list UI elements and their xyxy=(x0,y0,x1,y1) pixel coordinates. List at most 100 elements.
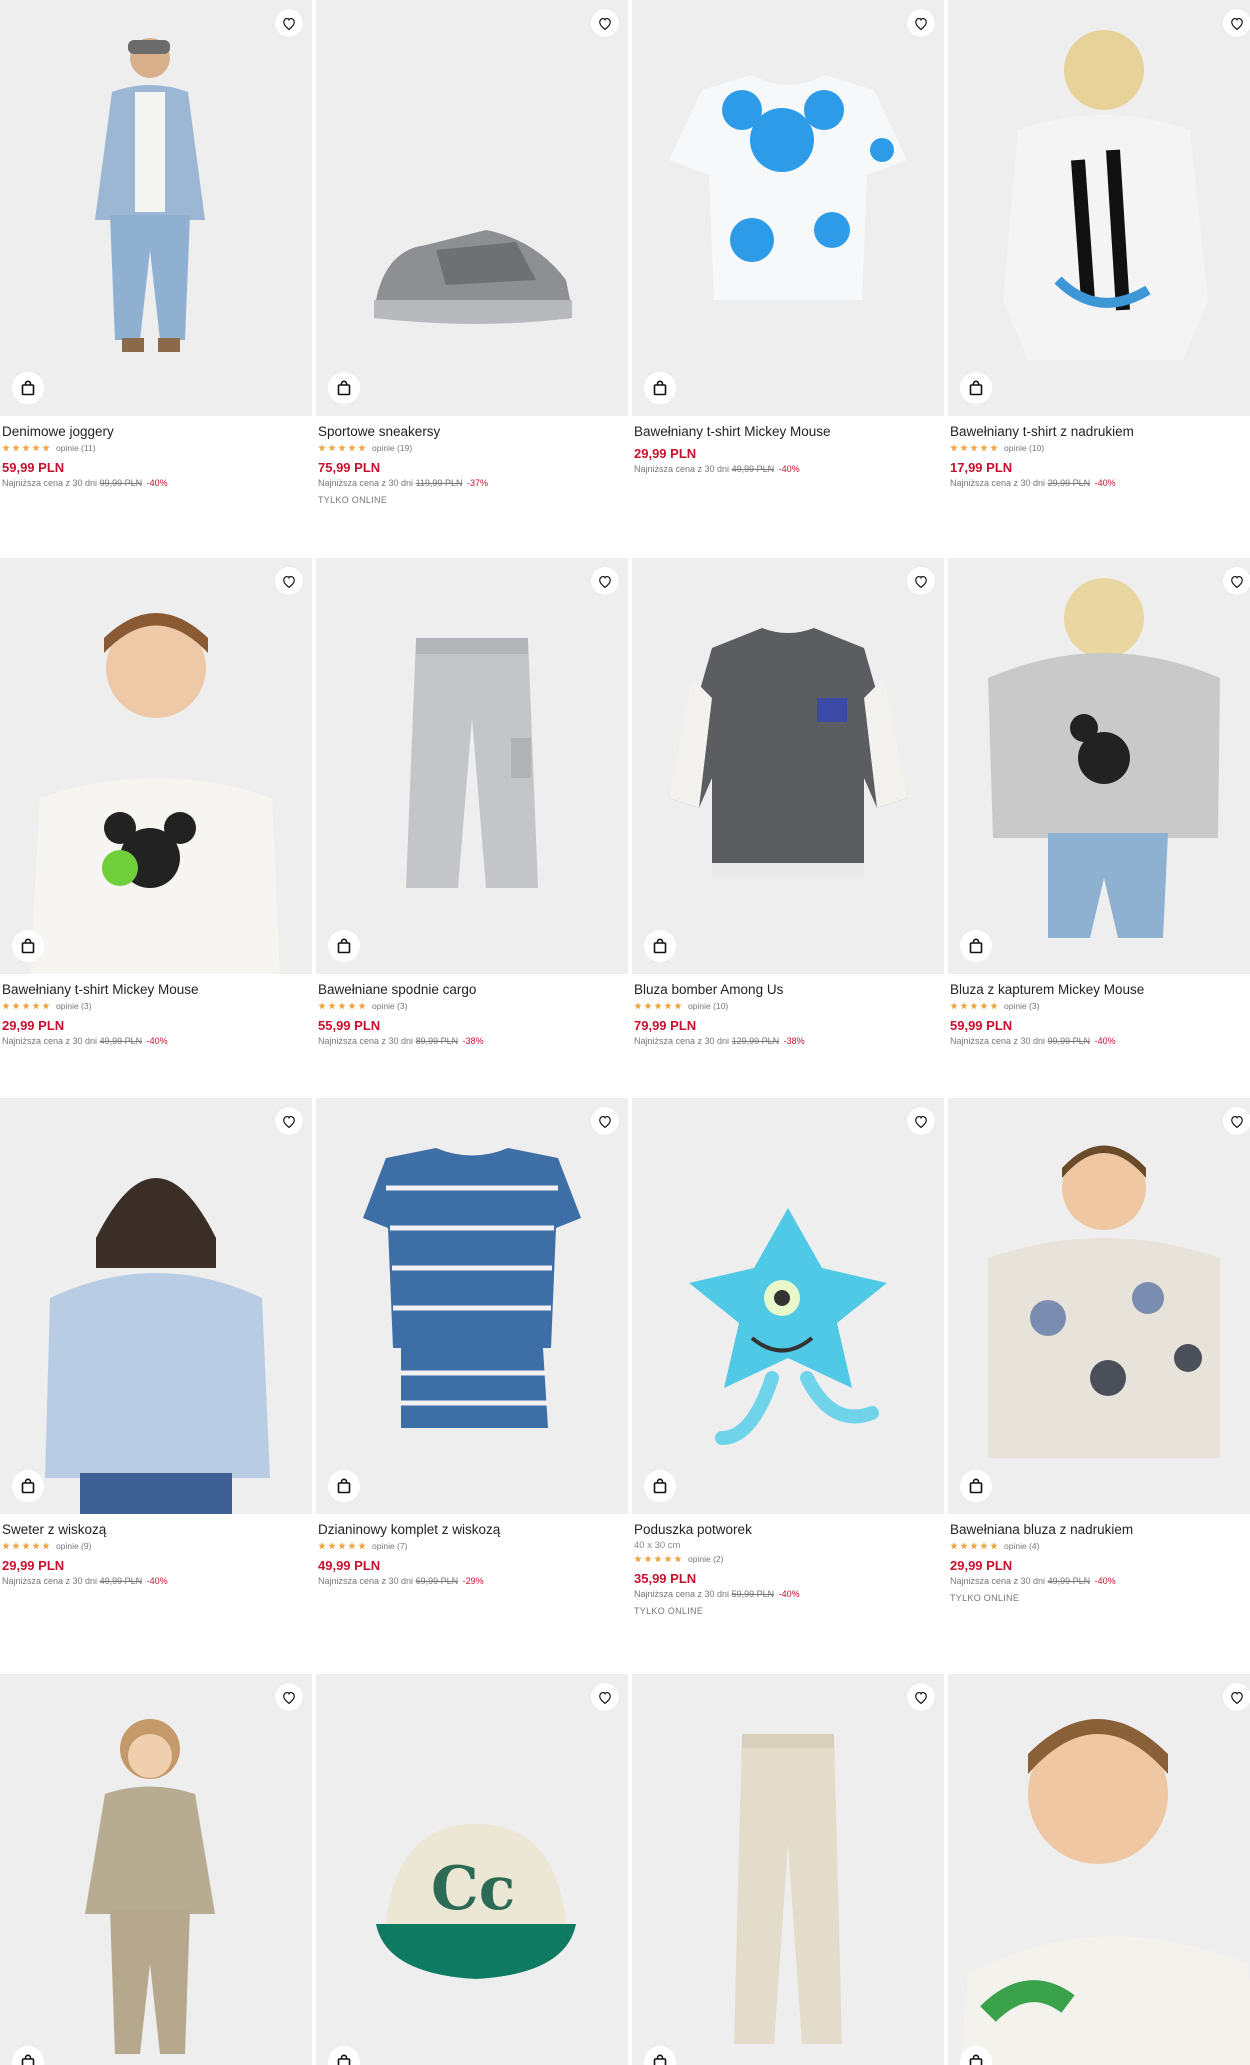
product-name[interactable]: Bawełniana bluza z nadrukiem xyxy=(950,1521,1250,1538)
reviews-count[interactable]: opinie (9) xyxy=(56,1541,91,1551)
product-name[interactable]: Bluza bomber Among Us xyxy=(634,981,940,998)
product-image[interactable] xyxy=(948,0,1250,416)
add-to-wishlist-heart-icon[interactable] xyxy=(907,567,935,595)
rating: opinie (10) xyxy=(634,1000,940,1012)
product-image[interactable] xyxy=(0,1098,312,1514)
product-image[interactable] xyxy=(632,558,944,974)
reviews-count[interactable]: opinie (3) xyxy=(1004,1001,1039,1011)
add-to-cart-bag-icon[interactable] xyxy=(960,930,992,962)
add-to-cart-bag-icon[interactable] xyxy=(12,930,44,962)
lowest-price-label: Najniższa cena z 30 dni xyxy=(2,1036,98,1046)
add-to-cart-bag-icon[interactable] xyxy=(960,372,992,404)
star-rating-icon xyxy=(318,1002,366,1010)
product-image[interactable] xyxy=(0,0,312,416)
product-card[interactable]: Sweter z wiskozą opinie (9) 29,99 PLN Najni… xyxy=(0,1098,312,1658)
online-only-tag: TYLKO ONLINE xyxy=(318,495,388,505)
reviews-count[interactable]: opinie (2) xyxy=(688,1554,723,1564)
star-rating-icon xyxy=(2,1002,50,1010)
add-to-wishlist-heart-icon[interactable] xyxy=(275,1107,303,1135)
add-to-wishlist-heart-icon[interactable] xyxy=(907,9,935,37)
add-to-wishlist-heart-icon[interactable] xyxy=(591,1107,619,1135)
star-rating-icon xyxy=(950,444,998,452)
product-name[interactable]: Dzianinowy komplet z wiskozą xyxy=(318,1521,624,1538)
old-price: 29,99 PLN xyxy=(1047,478,1091,488)
add-to-wishlist-heart-icon[interactable] xyxy=(591,9,619,37)
product-name[interactable]: Bluza z kapturem Mickey Mouse xyxy=(950,981,1250,998)
add-to-wishlist-heart-icon[interactable] xyxy=(591,1683,619,1711)
product-name[interactable]: Denimowe joggery xyxy=(2,423,308,440)
product-name[interactable]: Sweter z wiskozą xyxy=(2,1521,308,1538)
add-to-wishlist-heart-icon[interactable] xyxy=(591,567,619,595)
product-image[interactable] xyxy=(316,0,628,416)
add-to-cart-bag-icon[interactable] xyxy=(328,1470,360,1502)
add-to-wishlist-heart-icon[interactable] xyxy=(907,1107,935,1135)
product-card[interactable]: Bawełniany t-shirt z nadrukiem opinie (10… xyxy=(948,0,1250,540)
product-name[interactable]: Bawełniany t-shirt Mickey Mouse xyxy=(634,423,940,440)
product-card[interactable]: Bawełniany t-shirt Mickey Mouse 29,99 PLN… xyxy=(632,0,944,540)
reviews-count[interactable]: opinie (7) xyxy=(372,1541,407,1551)
product-card[interactable]: Bluza z kapturem Mickey Mouse opinie (3) 5… xyxy=(948,558,1250,1098)
product-card[interactable]: Dzianinowy komplet z wiskozą opinie (7) 49… xyxy=(316,1098,628,1658)
add-to-cart-bag-icon[interactable] xyxy=(328,372,360,404)
product-image[interactable]: Cc xyxy=(316,1674,628,2065)
product-image[interactable] xyxy=(632,1674,944,2065)
product-name[interactable]: Sportowe sneakersy xyxy=(318,423,624,440)
product-image[interactable] xyxy=(316,1098,628,1514)
product-name[interactable]: Bawełniany t-shirt z nadrukiem xyxy=(950,423,1250,440)
product-image[interactable] xyxy=(632,0,944,416)
product-image[interactable] xyxy=(948,1674,1250,2065)
rating: opinie (9) xyxy=(2,1540,308,1552)
star-rating-icon xyxy=(634,1002,682,1010)
reviews-count[interactable]: opinie (3) xyxy=(56,1001,91,1011)
lowest-price-label: Najniższa cena z 30 dni xyxy=(634,1036,730,1046)
product-name[interactable]: Bawełniane spodnie cargo xyxy=(318,981,624,998)
product-card[interactable] xyxy=(948,1674,1250,2065)
product-card[interactable]: Cc xyxy=(316,1674,628,2065)
product-price: 29,99 PLN xyxy=(950,1558,1013,1573)
add-to-wishlist-heart-icon[interactable] xyxy=(1223,567,1250,595)
star-rating-icon xyxy=(950,1002,998,1010)
product-card[interactable] xyxy=(0,1674,312,2065)
reviews-count[interactable]: opinie (11) xyxy=(56,443,96,453)
add-to-wishlist-heart-icon[interactable] xyxy=(1223,1683,1250,1711)
product-image[interactable] xyxy=(632,1098,944,1514)
reviews-count[interactable]: opinie (3) xyxy=(372,1001,407,1011)
add-to-wishlist-heart-icon[interactable] xyxy=(1223,9,1250,37)
reviews-count[interactable]: opinie (19) xyxy=(372,443,412,453)
add-to-cart-bag-icon[interactable] xyxy=(644,1470,676,1502)
product-card[interactable]: Bawełniana bluza z nadrukiem opinie (4) 29… xyxy=(948,1098,1250,1658)
product-card[interactable]: Poduszka potworek 40 x 30 cm opinie (2) 35,… xyxy=(632,1098,944,1658)
add-to-cart-bag-icon[interactable] xyxy=(644,372,676,404)
product-card[interactable]: Sportowe sneakersy opinie (19) 75,99 PLN Na… xyxy=(316,0,628,540)
reviews-count[interactable]: opinie (10) xyxy=(688,1001,728,1011)
product-name[interactable]: Poduszka potworek xyxy=(634,1521,940,1538)
add-to-cart-bag-icon[interactable] xyxy=(328,930,360,962)
add-to-wishlist-heart-icon[interactable] xyxy=(1223,1107,1250,1135)
add-to-cart-bag-icon[interactable] xyxy=(960,1470,992,1502)
lowest-price-info: Najniższa cena z 30 dni 29,99 PLN -40% xyxy=(950,478,1250,488)
add-to-cart-bag-icon[interactable] xyxy=(12,1470,44,1502)
product-card[interactable]: Bawełniane spodnie cargo opinie (3) 55,99 … xyxy=(316,558,628,1098)
product-image[interactable] xyxy=(0,1674,312,2065)
reviews-count[interactable]: opinie (10) xyxy=(1004,443,1044,453)
add-to-wishlist-heart-icon[interactable] xyxy=(275,567,303,595)
add-to-cart-bag-icon[interactable] xyxy=(644,930,676,962)
discount-badge: -40% xyxy=(778,1589,800,1599)
reviews-count[interactable]: opinie (4) xyxy=(1004,1541,1039,1551)
add-to-wishlist-heart-icon[interactable] xyxy=(275,9,303,37)
product-card[interactable] xyxy=(632,1674,944,2065)
add-to-wishlist-heart-icon[interactable] xyxy=(275,1683,303,1711)
add-to-cart-bag-icon[interactable] xyxy=(12,372,44,404)
product-image[interactable] xyxy=(316,558,628,974)
product-card[interactable]: Bluza bomber Among Us opinie (10) 79,99 PL… xyxy=(632,558,944,1098)
old-price: 129,99 PLN xyxy=(731,1036,780,1046)
product-card[interactable]: Bawełniany t-shirt Mickey Mouse opinie (3… xyxy=(0,558,312,1098)
online-only-tag: TYLKO ONLINE xyxy=(950,1593,1020,1603)
product-image[interactable] xyxy=(948,1098,1250,1514)
product-name[interactable]: Bawełniany t-shirt Mickey Mouse xyxy=(2,981,308,998)
product-image[interactable] xyxy=(0,558,312,974)
product-image[interactable] xyxy=(948,558,1250,974)
product-card[interactable]: Denimowe joggery opinie (11) 59,99 PLN Najn… xyxy=(0,0,312,540)
star-rating-icon xyxy=(634,1555,682,1563)
add-to-wishlist-heart-icon[interactable] xyxy=(907,1683,935,1711)
